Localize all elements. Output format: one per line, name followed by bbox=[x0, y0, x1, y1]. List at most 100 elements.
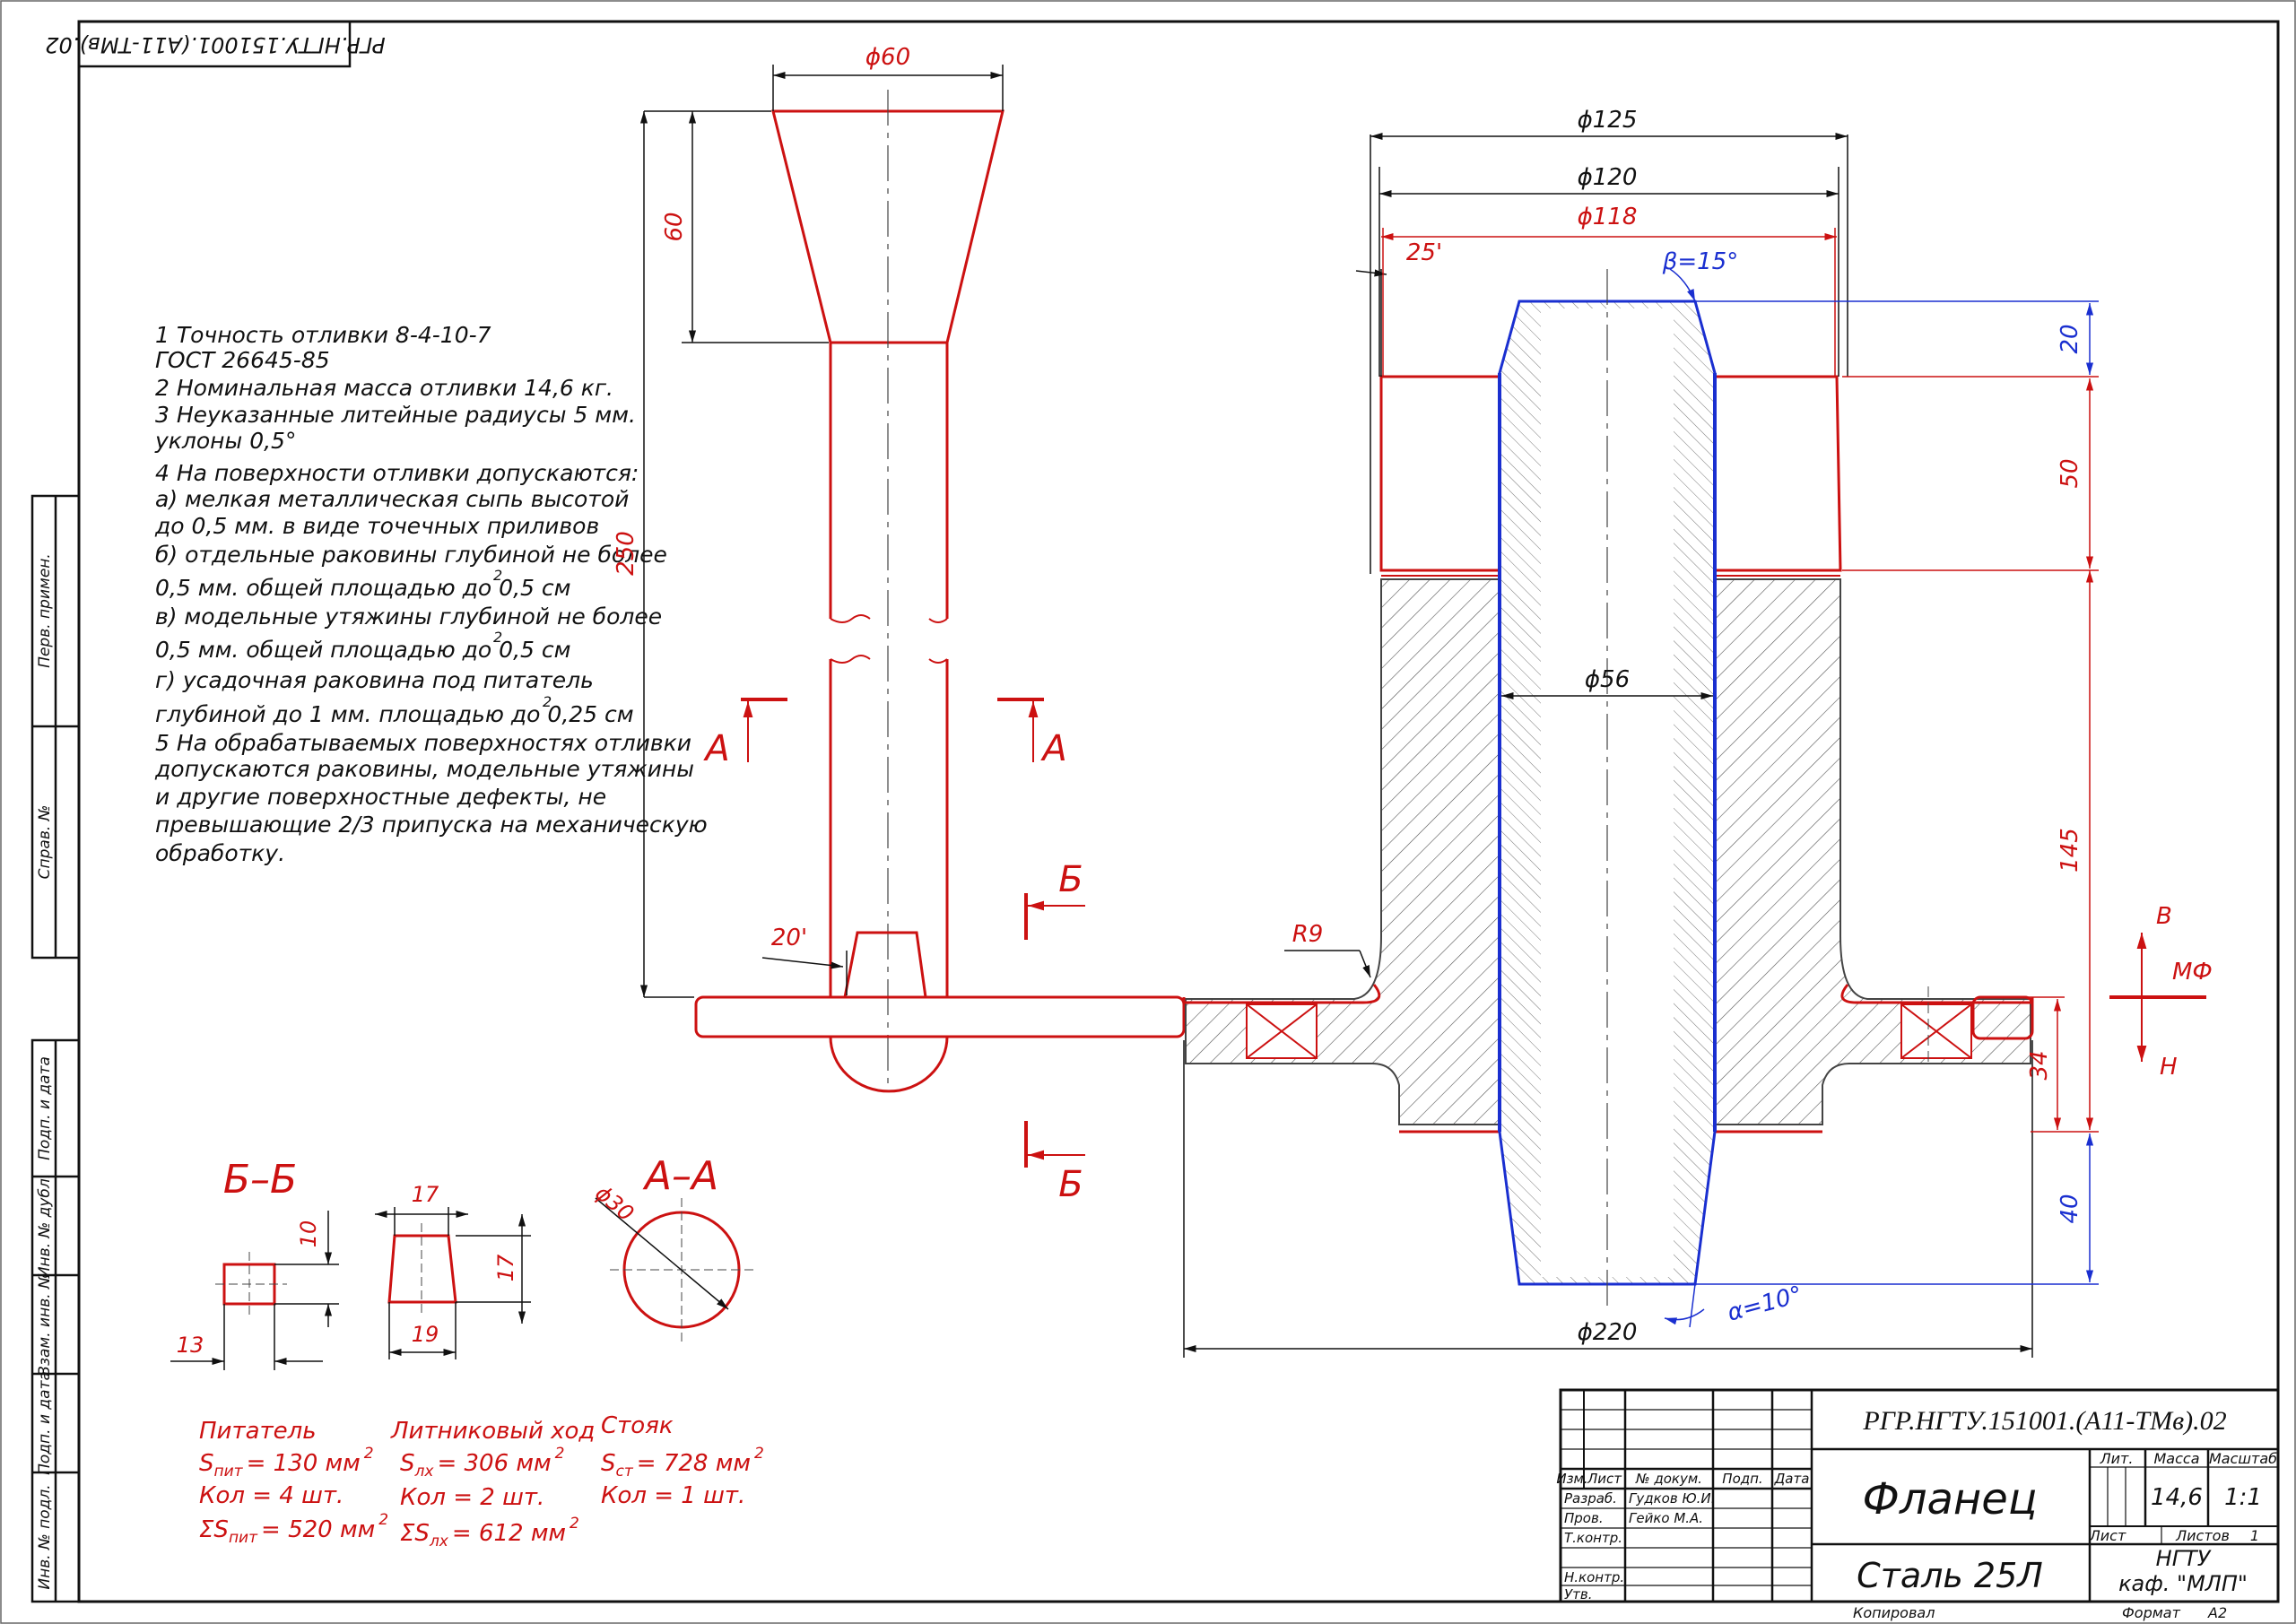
note-superscript: 2 bbox=[493, 567, 502, 584]
stamp-material: Сталь 25Л bbox=[1857, 1556, 2043, 1595]
stamp-copied: Копировал bbox=[1853, 1604, 1935, 1621]
note-line: уклоны 0,5° bbox=[154, 428, 296, 454]
section-b-markers: Б Б bbox=[1024, 859, 1085, 1205]
runner-count: Кол = 2 шт. bbox=[400, 1484, 544, 1511]
stamp-lit-header: Лит. bbox=[2100, 1450, 2134, 1467]
side-podp-data-2: Подп. и дата bbox=[36, 1371, 54, 1475]
dim-d56: ϕ56 bbox=[1585, 666, 1630, 693]
feeder-s: Sпит = 130 мм 2 bbox=[199, 1445, 374, 1481]
note-line: ГОСТ 26645-85 bbox=[155, 347, 330, 373]
section-aa: А–А ϕ30 bbox=[590, 1153, 753, 1342]
mark-n: Н bbox=[2160, 1054, 2178, 1081]
name-razrab: Гудков Ю.И. bbox=[1629, 1490, 1715, 1507]
note-line: 5 На обрабатываемых поверхностях отливки bbox=[155, 730, 691, 756]
section-aa-title: А–А bbox=[642, 1153, 718, 1199]
role-nkontr: Н.контр. bbox=[1564, 1569, 1624, 1585]
runner-s-sub: лх bbox=[414, 1463, 435, 1481]
runner-s-label: S bbox=[400, 1450, 415, 1477]
dim-s17: 17 bbox=[412, 1182, 439, 1207]
sprue-s: Sст = 728 мм 2 bbox=[601, 1445, 764, 1481]
stamp-sheet-header: Лист bbox=[2089, 1527, 2126, 1544]
stamp-sheets-value: 1 bbox=[2250, 1527, 2259, 1544]
dim-v34: 34 bbox=[2026, 1050, 2053, 1080]
stamp-mass-value: 14,6 bbox=[2151, 1484, 2203, 1511]
dim-alpha: α=10° bbox=[1725, 1281, 1805, 1327]
runner-s: Sлх = 306 мм 2 bbox=[400, 1445, 564, 1481]
dim-d60: ϕ60 bbox=[865, 44, 910, 71]
note-line: превышающие 2/3 припуска на механическую bbox=[155, 812, 708, 838]
feeder-sum-sup: 2 bbox=[378, 1511, 388, 1529]
role-tkontr: Т.контр. bbox=[1564, 1530, 1622, 1546]
dim-s19: 19 bbox=[412, 1322, 439, 1347]
section-a-markers: А А bbox=[702, 698, 1067, 769]
note-line: 1 Точность отливки 8-4-10-7 bbox=[155, 322, 491, 348]
dim-v40: 40 bbox=[2057, 1194, 2083, 1223]
note-line: 0,5 мм. общей площадью до 0,5 см bbox=[155, 637, 571, 663]
runner-sum-sub: лх bbox=[429, 1533, 449, 1550]
sprue-s-sub: ст bbox=[616, 1463, 634, 1481]
dim-d125: ϕ125 bbox=[1578, 107, 1638, 134]
dim-v50: 50 bbox=[2057, 458, 2083, 488]
stamp-code: РГР.НГТУ.151001.(А11-ТМв).02 bbox=[1862, 1406, 2226, 1436]
side-podp-data-1: Подп. и дата bbox=[36, 1056, 54, 1160]
dim-h250: 250 bbox=[613, 531, 639, 576]
runner-sum: ΣSлх = 612 мм 2 bbox=[400, 1515, 579, 1550]
name-prov: Гейко М.А. bbox=[1629, 1510, 1703, 1526]
stamp-org-1: НГТУ bbox=[2156, 1546, 2212, 1571]
sprue bbox=[694, 90, 1186, 1093]
dim-d120: ϕ120 bbox=[1578, 164, 1638, 191]
dim-d220: ϕ220 bbox=[1578, 1319, 1638, 1346]
note-line: до 0,5 мм. в виде точечных приливов bbox=[154, 513, 599, 539]
col-izm: Изм. bbox=[1556, 1471, 1587, 1487]
runner-sum-value: = 612 мм bbox=[452, 1520, 566, 1547]
col-sign: Подп. bbox=[1722, 1471, 1762, 1487]
parting-line-marker: В МФ Н bbox=[2109, 903, 2213, 1081]
dim-beta: β=15° bbox=[1662, 248, 1738, 275]
flange bbox=[1182, 269, 2034, 1309]
feeder-sum-label: ΣS bbox=[199, 1516, 229, 1543]
gating-calculations: Питатель Sпит = 130 мм 2 Кол = 4 шт. ΣSпит… bbox=[199, 1412, 764, 1550]
role-prov: Пров. bbox=[1564, 1510, 1604, 1526]
stamp-title: Фланец bbox=[1863, 1474, 2038, 1524]
side-vzam-inv: Взам. инв. № bbox=[36, 1272, 54, 1376]
side-inv-podl: Инв. № подл. bbox=[36, 1484, 54, 1589]
dim-s13: 13 bbox=[177, 1333, 204, 1358]
feeder-s-label: S bbox=[199, 1450, 214, 1477]
note-line: б) отдельные раковины глубиной не более bbox=[155, 542, 667, 568]
note-superscript: 2 bbox=[543, 693, 552, 710]
note-line: 3 Неуказанные литейные радиусы 5 мм. bbox=[155, 402, 636, 428]
sprue-s-sup: 2 bbox=[754, 1445, 764, 1463]
role-razrab: Разраб. bbox=[1564, 1490, 1617, 1507]
section-bb-title: Б–Б bbox=[223, 1157, 297, 1203]
runner-s-value: = 306 мм bbox=[437, 1450, 551, 1477]
sprue-s-label: S bbox=[601, 1450, 616, 1477]
stamp-org-2: каф. "МЛП" bbox=[2118, 1571, 2248, 1596]
top-code-box: РГР.НГТУ.151001.(А11-ТМв).02 bbox=[45, 20, 386, 68]
side-sprav: Справ. № bbox=[36, 805, 54, 880]
note-line: допускаются раковины, модельные утяжины bbox=[154, 756, 694, 782]
dim-s17b: 17 bbox=[493, 1254, 518, 1281]
top-code-text: РГР.НГТУ.151001.(А11-ТМв).02 bbox=[45, 32, 386, 57]
note-line: г) усадочная раковина под питатель bbox=[155, 667, 594, 693]
feeder-sum-sub: пит bbox=[229, 1529, 258, 1547]
mark-mf: МФ bbox=[2172, 959, 2213, 986]
runner-title: Литниковый ход bbox=[390, 1418, 595, 1445]
note-line: 4 На поверхности отливки допускаются: bbox=[155, 460, 639, 486]
dim-r9: R9 bbox=[1292, 921, 1324, 948]
note-line: 2 Номинальная масса отливки 14,6 кг. bbox=[155, 375, 613, 401]
col-doc: № докум. bbox=[1635, 1471, 1702, 1487]
dim-d118: ϕ118 bbox=[1578, 204, 1638, 230]
col-date: Дата bbox=[1774, 1471, 1810, 1487]
note-line: в) модельные утяжины глубиной не более bbox=[155, 604, 662, 630]
feeder-sum: ΣSпит = 520 мм 2 bbox=[199, 1511, 388, 1547]
stamp-scale-value: 1:1 bbox=[2224, 1484, 2262, 1511]
note-line: 0,5 мм. общей площадью до 0,5 см bbox=[155, 575, 571, 601]
note-line: обработку. bbox=[155, 840, 285, 866]
dim-d30: ϕ30 bbox=[590, 1180, 639, 1226]
feeder-count: Кол = 4 шт. bbox=[199, 1482, 344, 1509]
runner-sum-sup: 2 bbox=[570, 1515, 579, 1533]
stamp-format: Формат bbox=[2122, 1604, 2181, 1621]
runner-sum-label: ΣS bbox=[400, 1520, 430, 1547]
role-utv: Утв. bbox=[1564, 1586, 1593, 1602]
note-line: глубиной до 1 мм. площадью до 0,25 см bbox=[155, 701, 634, 727]
